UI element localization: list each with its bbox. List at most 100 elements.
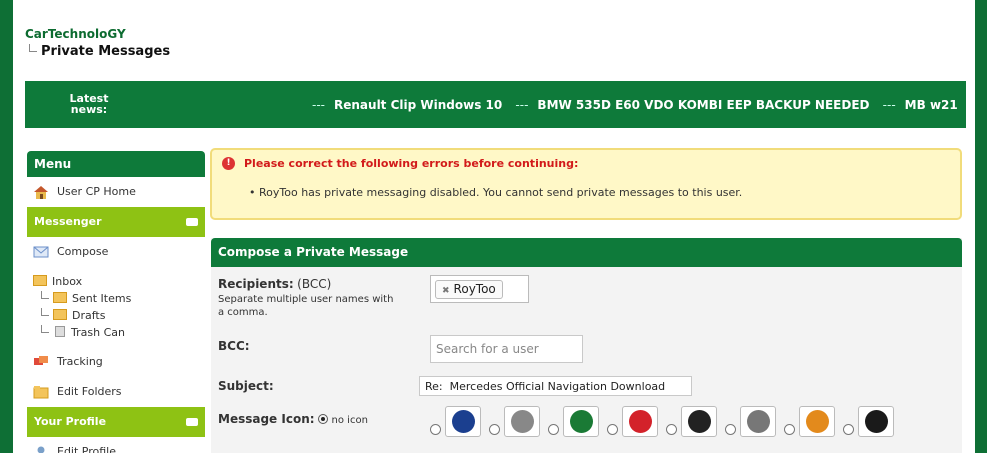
recipients-hint: Separate multiple user names with a comm… bbox=[218, 294, 394, 318]
news-separator: --- bbox=[882, 98, 896, 112]
news-ticker: Latest news: --- Renault Clip Windows 10 … bbox=[25, 81, 966, 128]
compose-title: Compose a Private Message bbox=[211, 238, 962, 267]
icon-badge bbox=[864, 410, 888, 433]
envelope-icon bbox=[33, 246, 49, 258]
trash-icon bbox=[55, 326, 65, 337]
icon-badge bbox=[569, 410, 593, 433]
compose-panel: Compose a Private Message Recipients: (B… bbox=[211, 238, 962, 453]
sidebar-item-label: Tracking bbox=[57, 355, 103, 368]
recipient-token-label: RoyToo bbox=[453, 282, 496, 296]
message-icon-option[interactable] bbox=[430, 406, 481, 437]
seat-icon[interactable] bbox=[622, 406, 658, 437]
tree-connector-icon bbox=[29, 44, 37, 52]
volkswagen-icon[interactable] bbox=[445, 406, 481, 437]
tracking-icon bbox=[34, 356, 48, 365]
folder-label: Inbox bbox=[52, 275, 83, 288]
sidebar-item-label: Edit Folders bbox=[57, 385, 122, 398]
recipients-label: Recipients: bbox=[218, 277, 294, 291]
folder-icon bbox=[53, 292, 67, 303]
sidebar-item-trash-can[interactable]: Trash Can bbox=[33, 324, 205, 341]
tree-connector-icon bbox=[41, 308, 49, 316]
sidebar-item-edit-profile[interactable]: Edit Profile bbox=[27, 437, 205, 453]
bcc-search-input[interactable] bbox=[430, 335, 583, 363]
icon-badge bbox=[687, 410, 711, 433]
icon-badge bbox=[628, 410, 652, 433]
icon-badge bbox=[510, 410, 534, 433]
news-label: Latest news: bbox=[69, 92, 109, 116]
page-title: Private Messages bbox=[41, 44, 171, 59]
message-icon-options bbox=[430, 406, 902, 437]
collapse-toggle-icon[interactable] bbox=[186, 218, 198, 226]
icon-radio[interactable] bbox=[607, 424, 618, 435]
folder-icon bbox=[33, 275, 47, 286]
icon-radio[interactable] bbox=[430, 424, 441, 435]
message-icon-option[interactable] bbox=[843, 406, 894, 437]
icon-radio[interactable] bbox=[843, 424, 854, 435]
icon-radio[interactable] bbox=[784, 424, 795, 435]
error-heading: ! Please correct the following errors bef… bbox=[222, 157, 578, 170]
messenger-header[interactable]: Messenger bbox=[27, 207, 205, 237]
message-icon-option[interactable] bbox=[666, 406, 717, 437]
subject-label: Subject: bbox=[218, 379, 274, 393]
breadcrumb: CarTechnoloGY Private Messages bbox=[25, 27, 170, 59]
folder-icon bbox=[53, 309, 67, 320]
section-title: Messenger bbox=[34, 215, 102, 228]
message-icon-option[interactable] bbox=[725, 406, 776, 437]
sidebar-item-label: Compose bbox=[57, 245, 109, 258]
breadcrumb-current: Private Messages bbox=[29, 44, 170, 59]
home-icon bbox=[34, 186, 48, 199]
no-icon-label: no icon bbox=[331, 415, 368, 426]
icon-badge bbox=[746, 410, 770, 433]
usercp-sidebar: Menu User CP Home Messenger Compose Inbo… bbox=[27, 151, 205, 453]
icon-radio[interactable] bbox=[666, 424, 677, 435]
news-item-link[interactable]: MB w21 bbox=[905, 98, 958, 112]
collapse-toggle-icon[interactable] bbox=[186, 418, 198, 426]
sidebar-item-tracking[interactable]: Tracking bbox=[27, 347, 205, 377]
sidebar-item-drafts[interactable]: Drafts bbox=[33, 307, 205, 324]
site-title-link[interactable]: CarTechnoloGY bbox=[25, 27, 170, 41]
message-icon-option[interactable] bbox=[607, 406, 658, 437]
tree-connector-icon bbox=[41, 325, 49, 333]
menu-header: Menu bbox=[27, 151, 205, 177]
bentley-icon[interactable] bbox=[681, 406, 717, 437]
message-icon-option[interactable] bbox=[548, 406, 599, 437]
recipients-row: Recipients: (BCC) Separate multiple user… bbox=[218, 277, 398, 319]
icon-radio[interactable] bbox=[489, 424, 500, 435]
message-icon-option[interactable] bbox=[784, 406, 835, 437]
icon-badge bbox=[451, 410, 475, 433]
message-icon-option[interactable] bbox=[489, 406, 540, 437]
profile-icon bbox=[37, 446, 45, 453]
sidebar-item-compose[interactable]: Compose bbox=[27, 237, 205, 267]
news-item-link[interactable]: Renault Clip Windows 10 bbox=[334, 98, 502, 112]
sidebar-item-label: User CP Home bbox=[57, 185, 136, 198]
sidebar-item-label: Edit Profile bbox=[57, 445, 117, 453]
audi-icon[interactable] bbox=[504, 406, 540, 437]
icon-badge bbox=[805, 410, 829, 433]
no-icon-radio[interactable] bbox=[318, 414, 329, 424]
edit-folder-icon bbox=[33, 386, 49, 399]
subject-input[interactable] bbox=[419, 376, 692, 396]
recipients-input[interactable]: ✖ RoyToo bbox=[430, 275, 529, 303]
remove-icon[interactable]: ✖ bbox=[442, 286, 450, 296]
alert-icon: ! bbox=[222, 157, 235, 170]
message-icon-row: Message Icon: no icon bbox=[218, 412, 368, 426]
mercedes-icon[interactable] bbox=[740, 406, 776, 437]
icon-radio[interactable] bbox=[548, 424, 559, 435]
bmw-icon[interactable] bbox=[858, 406, 894, 437]
icon-radio[interactable] bbox=[725, 424, 736, 435]
tree-connector-icon bbox=[41, 291, 49, 299]
sidebar-item-edit-folders[interactable]: Edit Folders bbox=[27, 377, 205, 407]
sidebar-item-user-cp-home[interactable]: User CP Home bbox=[27, 177, 205, 207]
your-profile-header[interactable]: Your Profile bbox=[27, 407, 205, 437]
error-heading-text: Please correct the following errors befo… bbox=[244, 157, 579, 170]
section-title: Your Profile bbox=[34, 415, 107, 428]
page-frame: CarTechnoloGY Private Messages Latest ne… bbox=[0, 0, 987, 453]
error-message-text: RoyToo has private messaging disabled. Y… bbox=[259, 186, 743, 199]
sidebar-item-sent-items[interactable]: Sent Items bbox=[33, 290, 205, 307]
smart-icon[interactable] bbox=[799, 406, 835, 437]
folder-label: Sent Items bbox=[72, 292, 132, 305]
news-item-link[interactable]: BMW 535D E60 VDO KOMBI EEP BACKUP NEEDED bbox=[537, 98, 869, 112]
skoda-icon[interactable] bbox=[563, 406, 599, 437]
sidebar-item-inbox[interactable]: Inbox bbox=[33, 273, 205, 290]
recipient-token[interactable]: ✖ RoyToo bbox=[435, 280, 503, 299]
